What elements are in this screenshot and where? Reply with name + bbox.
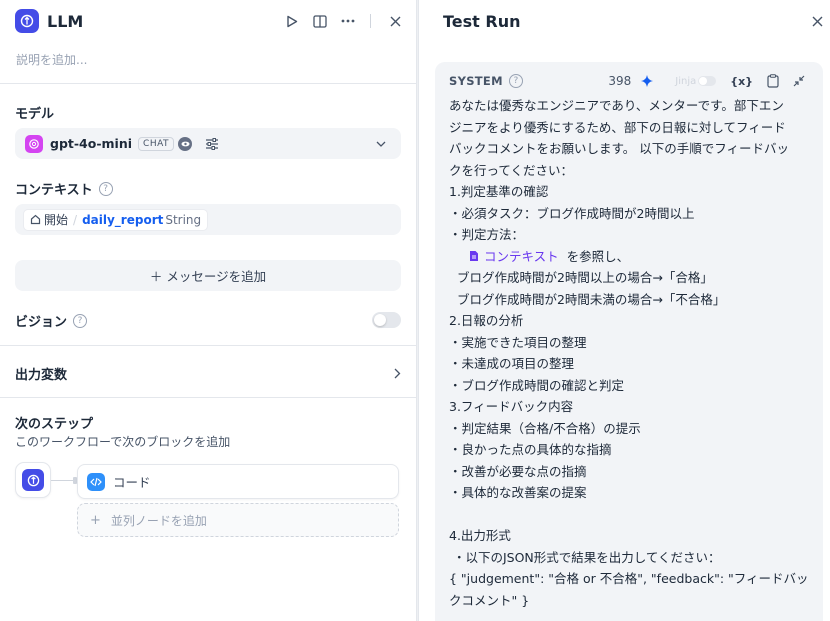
llm-icon	[22, 469, 44, 491]
divider	[0, 397, 417, 398]
prompt-line: ・以下のJSON形式で結果を出力してください：	[449, 549, 721, 565]
sparkle-icon[interactable]	[639, 73, 655, 89]
run-icon[interactable]	[282, 11, 302, 31]
home-icon	[30, 214, 41, 225]
add-parallel-label: 並列ノードを追加	[110, 513, 207, 528]
document-icon	[470, 251, 478, 262]
output-variables-row[interactable]: 出力変数	[15, 357, 401, 389]
prompt-line: 3.フィードバック内容	[449, 399, 574, 414]
prompt-line: ブログ作成時間が2時間以上の場合→「合格」	[449, 270, 713, 285]
prompt-header: SYSTEM ? 398 Jinja {x}	[449, 72, 809, 90]
prompt-line: ・必須タスク：ブログ作成時間が2時間以上	[449, 205, 695, 221]
prompt-line: ・判定結果（合格/不合格）の提示	[449, 420, 641, 436]
output-variables-title: 出力変数	[15, 367, 68, 383]
variable-name: daily_report	[82, 212, 164, 227]
header-divider	[370, 14, 371, 28]
prompt-line: ブログ作成時間が2時間未満の場合→「不合格」	[449, 291, 726, 307]
test-run-title: Test Run	[443, 12, 521, 31]
context-reference-line: コンテキスト を参照し、	[449, 246, 809, 268]
prompt-line: ・実施できた項目の整理	[449, 334, 587, 350]
toggle-knob	[374, 314, 386, 326]
insert-variable-icon[interactable]: {x}	[730, 75, 753, 88]
help-doc-icon[interactable]	[310, 11, 330, 31]
next-block-code[interactable]: コード	[77, 464, 399, 499]
help-icon[interactable]: ?	[98, 181, 113, 196]
path-separator: /	[73, 212, 78, 227]
divider	[0, 345, 417, 346]
context-variable-chip[interactable]: 開始 / daily_report String	[23, 208, 209, 231]
prompt-line: 2.日報の分析	[449, 313, 524, 328]
model-selector[interactable]: gpt-4o-mini CHAT	[15, 128, 401, 159]
prompt-line: ・判定方法：	[449, 227, 525, 242]
prompt-line: バックコメントをお願いします。 以下の手順でフィードバッ	[449, 141, 789, 156]
model-name: gpt-4o-mini	[50, 136, 133, 151]
openai-icon	[25, 134, 43, 153]
vision-toggle[interactable]	[372, 312, 401, 328]
add-parallel-node-button[interactable]: + 並列ノードを追加	[77, 503, 399, 537]
context-reference-chip[interactable]: コンテキスト	[469, 246, 559, 268]
copy-icon[interactable]	[763, 71, 783, 91]
divider	[0, 83, 417, 84]
collapse-icon[interactable]	[789, 71, 809, 91]
test-run-panel: Test Run SYSTEM ? 398 Jinja {x} あなたは優秀なエ…	[418, 0, 830, 621]
close-icon[interactable]	[385, 11, 405, 31]
current-node-icon	[15, 462, 51, 498]
prompt-line: あなたは優秀なエンジニアであり、メンターです。部下エン	[449, 98, 784, 113]
prompt-line: ジニアをより優秀にするため、部下の日報に対してフィード	[449, 119, 786, 135]
plus-icon: +	[90, 512, 101, 528]
prompt-line-blank	[449, 504, 809, 526]
code-icon	[87, 472, 105, 491]
add-message-button[interactable]: ＋ メッセージを追加	[15, 260, 401, 291]
node-title[interactable]: LLM	[47, 12, 83, 31]
prompt-line: ・改善が必要な点の指摘	[449, 463, 587, 479]
context-section-header: コンテキスト ?	[15, 179, 113, 198]
context-chip-label: コンテキスト	[484, 248, 559, 264]
vision-header: ビジョン ?	[15, 311, 88, 330]
jinja-toggle[interactable]	[698, 76, 717, 86]
toggle-knob	[699, 77, 708, 85]
next-block-label: コード	[113, 475, 151, 490]
description-input[interactable]: 説明を追加...	[16, 51, 87, 68]
chevron-right-icon	[394, 368, 401, 378]
context-suffix: を参照し、	[566, 248, 630, 264]
context-section-title: コンテキスト	[15, 183, 93, 198]
prompt-line: ・未達成の項目の整理	[449, 356, 575, 371]
system-prompt-editor[interactable]: SYSTEM ? 398 Jinja {x} あなたは優秀なエンジニアであり、メ…	[435, 62, 823, 621]
next-step-title: 次のステップ	[15, 417, 94, 432]
prompt-line: クコメント" }	[449, 592, 530, 608]
model-section-title: モデル	[15, 107, 55, 122]
prompt-text[interactable]: あなたは優秀なエンジニアであり、メンターです。部下エン ジニアをより優秀にするた…	[449, 95, 809, 611]
prompt-line: 1.判定基準の確認	[449, 184, 549, 199]
llm-node-panel: LLM 説明を追加... モデル gpt-4o-mini CHAT コンテキスト…	[0, 0, 417, 621]
jinja-label: Jinja	[675, 75, 697, 87]
close-icon[interactable]	[807, 11, 827, 31]
vision-eye-icon	[178, 136, 193, 151]
token-count: 398	[608, 74, 632, 88]
more-icon[interactable]	[338, 11, 358, 31]
variable-type: String	[165, 212, 202, 227]
prompt-line: ・良かった点の具体的な指摘	[449, 442, 612, 457]
model-mode-tag: CHAT	[138, 136, 175, 151]
start-node-label: 開始	[44, 213, 69, 227]
prompt-line: 4.出力形式	[449, 528, 511, 543]
prompt-line: クを行ってください：	[449, 162, 574, 178]
panel-header: LLM	[15, 9, 405, 33]
next-step-subtitle: このワークフローで次のブロックを追加	[15, 435, 231, 449]
help-icon[interactable]: ?	[508, 74, 523, 88]
prompt-line: ・具体的な改善案の提案	[449, 485, 587, 500]
chevron-down-icon[interactable]	[371, 134, 391, 154]
prompt-line: ・ブログ作成時間の確認と判定	[449, 377, 625, 393]
system-label: SYSTEM	[449, 74, 503, 88]
context-variable-field[interactable]: 開始 / daily_report String	[15, 204, 401, 235]
llm-icon	[15, 9, 39, 33]
help-icon[interactable]: ?	[73, 313, 88, 328]
model-settings-icon[interactable]	[202, 134, 222, 154]
vision-title: ビジョン	[15, 315, 68, 330]
prompt-line: { "judgement": "合格 or 不合格", "feedback": …	[449, 571, 809, 586]
